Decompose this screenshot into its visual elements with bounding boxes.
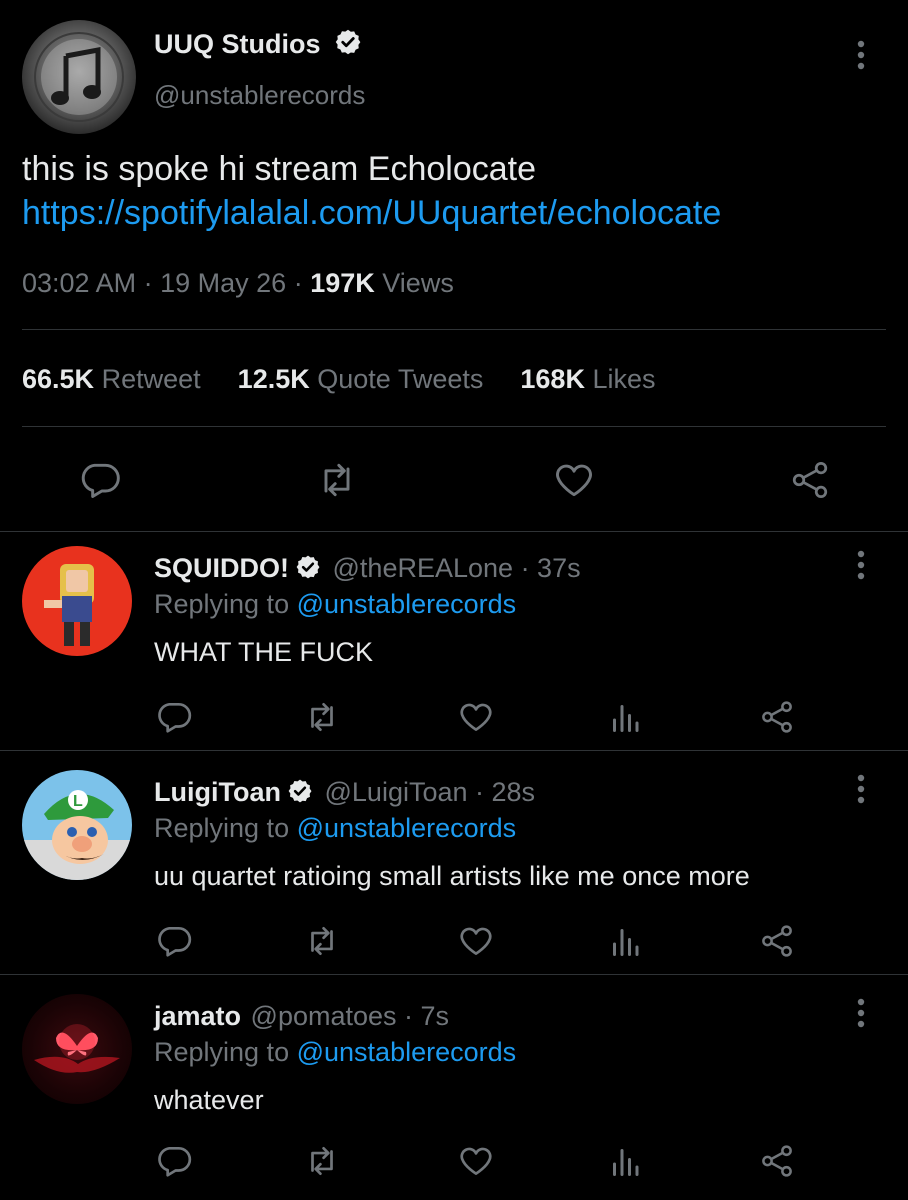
avatar-luigi-image: L (22, 790, 132, 880)
verified-badge-icon (334, 28, 362, 63)
music-note-icon (34, 32, 124, 122)
like-heart-icon[interactable] (552, 458, 596, 502)
replying-label: Replying to (154, 813, 290, 843)
replying-to-line: Replying to @unstablerecords (154, 1037, 516, 1068)
verified-badge-icon (295, 554, 321, 587)
main-tweet-link[interactable]: https://spotifylalalal.com/UUquartet/ech… (22, 194, 721, 233)
replying-to-handle[interactable]: @unstablerecords (297, 813, 517, 843)
replying-label: Replying to (154, 1037, 290, 1067)
reply-handle[interactable]: @pomatoes (251, 1001, 397, 1031)
svg-text:L: L (73, 793, 83, 810)
quotes-stat[interactable]: 12.5K Quote Tweets (238, 364, 484, 394)
divider (22, 329, 886, 330)
analytics-icon[interactable] (607, 1142, 643, 1180)
views-count[interactable]: 197K (310, 268, 375, 298)
analytics-icon[interactable] (607, 698, 643, 736)
avatar[interactable]: L (22, 770, 132, 880)
replying-to-line: Replying to @unstablerecords (154, 589, 516, 620)
more-options-icon[interactable] (849, 38, 873, 78)
replying-to-handle[interactable]: @unstablerecords (297, 589, 517, 619)
like-heart-icon[interactable] (457, 698, 495, 736)
retweets-count: 66.5K (22, 364, 95, 394)
reply-text: whatever (154, 1085, 264, 1115)
retweets-stat[interactable]: 66.5K Retweet (22, 364, 201, 394)
retweets-label: Retweet (101, 364, 201, 394)
reply-item: L LuigiToan @LuigiToan · 28s Replying to… (0, 756, 908, 974)
more-options-icon[interactable] (849, 772, 873, 812)
meta-separator: · (293, 268, 303, 298)
reply-text: uu quartet ratioing small artists like m… (154, 861, 750, 891)
share-icon[interactable] (758, 1142, 796, 1180)
reply-header: SQUIDDO! @theREALone · 37s (154, 553, 581, 587)
replying-to-handle[interactable]: @unstablerecords (297, 1037, 517, 1067)
reply-time: · 7s (404, 1001, 450, 1031)
main-avatar[interactable] (22, 20, 136, 134)
main-tweet-text: this is spoke hi stream Echolocate (22, 150, 537, 188)
reply-icon[interactable] (155, 922, 193, 960)
like-heart-icon[interactable] (457, 1142, 495, 1180)
reply-time: · 28s (475, 777, 536, 807)
reply-text: WHAT THE FUCK (154, 637, 374, 667)
main-handle[interactable]: @unstablerecords (154, 80, 365, 111)
more-options-icon[interactable] (849, 996, 873, 1036)
quotes-label: Quote Tweets (317, 364, 484, 394)
share-icon[interactable] (758, 698, 796, 736)
avatar-figure-image (44, 564, 94, 646)
reply-display-name[interactable]: jamato (154, 1001, 241, 1031)
share-icon[interactable] (758, 922, 796, 960)
main-display-name[interactable]: UUQ Studios (154, 29, 321, 59)
likes-count: 168K (520, 364, 585, 394)
main-meta-row: 03:02 AM · 19 May 26 · 197K Views (22, 268, 454, 299)
main-display-name-row: UUQ Studios (154, 28, 362, 63)
quotes-count: 12.5K (237, 364, 310, 394)
reply-icon[interactable] (78, 458, 122, 502)
reply-icon[interactable] (155, 1142, 193, 1180)
reply-handle[interactable]: @LuigiToan (325, 777, 468, 807)
reply-item: SQUIDDO! @theREALone · 37s Replying to @… (0, 532, 908, 750)
avatar[interactable] (22, 994, 132, 1104)
divider (22, 426, 886, 427)
reply-display-name[interactable]: LuigiToan (154, 777, 281, 807)
divider (0, 750, 908, 751)
likes-label: Likes (592, 364, 656, 394)
views-label[interactable]: Views (382, 268, 454, 298)
engagement-stats: 66.5K Retweet 12.5K Quote Tweets 168K Li… (22, 364, 655, 395)
share-icon[interactable] (788, 458, 832, 502)
verified-badge-icon (287, 778, 313, 811)
replying-to-line: Replying to @unstablerecords (154, 813, 516, 844)
divider (0, 974, 908, 975)
retweet-icon[interactable] (314, 458, 360, 502)
reply-time: · 37s (520, 553, 581, 583)
reply-icon[interactable] (155, 698, 193, 736)
analytics-icon[interactable] (607, 922, 643, 960)
retweet-icon[interactable] (302, 1142, 342, 1180)
reply-header: jamato @pomatoes · 7s (154, 1001, 449, 1032)
reply-header: LuigiToan @LuigiToan · 28s (154, 777, 535, 811)
tweet-date: 19 May 26 (160, 268, 287, 298)
reply-handle[interactable]: @theREALone (333, 553, 514, 583)
meta-separator: · (143, 268, 153, 298)
retweet-icon[interactable] (302, 698, 342, 736)
reply-display-name[interactable]: SQUIDDO! (154, 553, 289, 583)
reply-item: jamato @pomatoes · 7s Replying to @unsta… (0, 980, 908, 1200)
likes-stat[interactable]: 168K Likes (520, 364, 655, 394)
avatar-butterfly-image (34, 1024, 120, 1073)
replying-label: Replying to (154, 589, 290, 619)
like-heart-icon[interactable] (457, 922, 495, 960)
retweet-icon[interactable] (302, 922, 342, 960)
tweet-time: 03:02 AM (22, 268, 137, 298)
more-options-icon[interactable] (849, 548, 873, 588)
avatar[interactable] (22, 546, 132, 656)
